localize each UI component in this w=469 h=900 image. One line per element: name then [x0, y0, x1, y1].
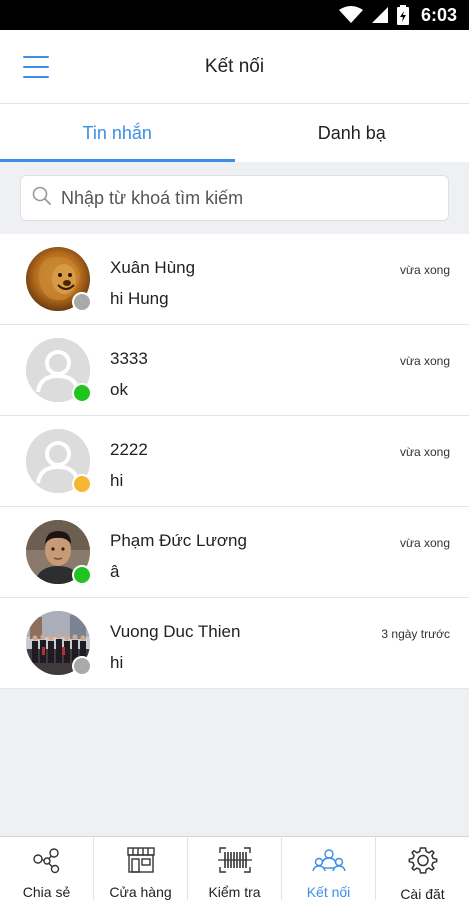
message-time: vừa xong — [399, 354, 450, 368]
last-message: hi — [110, 471, 124, 490]
page-title: Kết nối — [204, 55, 265, 77]
bottom-navigation: Chia sẻ Cửa hàng Kiểm tra Kết nối Cài đặ… — [0, 836, 469, 900]
tab-bar: Tin nhắn Danh bạ — [0, 104, 469, 162]
connect-icon — [311, 845, 347, 880]
message-time: vừa xong — [399, 445, 450, 459]
wifi-icon — [338, 6, 363, 24]
message-time: vừa xong — [399, 263, 450, 277]
last-message: hi — [110, 653, 124, 672]
conversation-item[interactable]: Xuân Hùng hi Hung vừa xong — [0, 234, 469, 325]
contact-name: 3333 — [110, 349, 148, 368]
contact-name: 2222 — [110, 440, 148, 459]
last-message: â — [110, 562, 120, 581]
search-input[interactable] — [61, 176, 448, 220]
tab-contacts[interactable]: Danh bạ — [235, 104, 469, 162]
tab-messages[interactable]: Tin nhắn — [0, 104, 235, 162]
status-time: 6:03 — [420, 4, 457, 25]
status-bar: 6:03 — [0, 0, 469, 30]
conversation-item[interactable]: Phạm Đức Lương â vừa xong — [0, 507, 469, 598]
nav-store[interactable]: Cửa hàng — [94, 837, 188, 900]
nav-settings[interactable]: Cài đặt — [376, 837, 469, 900]
gear-icon — [407, 845, 439, 882]
search-area — [0, 162, 469, 234]
app-header: Kết nối — [0, 30, 469, 104]
message-time: vừa xong — [399, 536, 450, 550]
last-message: hi Hung — [110, 289, 169, 308]
nav-label: Cửa hàng — [109, 884, 172, 900]
presence-indicator — [72, 474, 92, 494]
conversation-item[interactable]: 3333 ok vừa xong — [0, 325, 469, 416]
contact-name: Phạm Đức Lương — [110, 531, 247, 550]
search-icon — [31, 185, 53, 212]
share-icon — [30, 845, 64, 880]
nav-label: Kiểm tra — [208, 884, 261, 900]
presence-indicator — [72, 292, 92, 312]
nav-check[interactable]: Kiểm tra — [188, 837, 282, 900]
nav-label: Chia sẻ — [22, 884, 71, 900]
nav-label: Kết nối — [306, 884, 351, 900]
nav-label: Cài đặt — [400, 886, 445, 900]
conversation-item[interactable]: 2222 hi vừa xong — [0, 416, 469, 507]
message-time: 3 ngày trước — [381, 627, 450, 641]
presence-indicator — [72, 565, 92, 585]
nav-share[interactable]: Chia sẻ — [0, 837, 94, 900]
barcode-icon — [217, 845, 253, 880]
conversation-item[interactable]: Vuong Duc Thien hi 3 ngày trước — [0, 598, 469, 689]
battery-icon — [396, 5, 409, 25]
signal-icon — [371, 6, 389, 24]
contact-name: Vuong Duc Thien — [110, 622, 241, 641]
store-icon — [124, 845, 158, 880]
last-message: ok — [110, 380, 128, 399]
presence-indicator — [72, 656, 92, 676]
presence-indicator — [72, 383, 92, 403]
contact-name: Xuân Hùng — [110, 258, 196, 277]
hamburger-menu-icon[interactable] — [20, 52, 52, 82]
conversation-list: Xuân Hùng hi Hung vừa xong 3333 ok vừa x… — [0, 234, 469, 689]
nav-connect[interactable]: Kết nối — [282, 837, 376, 900]
search-box — [20, 175, 449, 221]
